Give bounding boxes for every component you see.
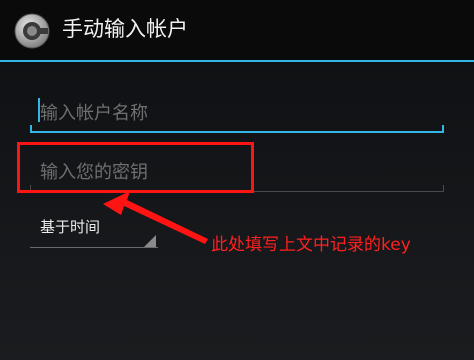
spinner-underline <box>30 247 158 248</box>
input-edge-right <box>442 125 444 133</box>
input-underline <box>30 131 444 133</box>
input-edge-left <box>30 125 32 133</box>
action-bar: 手动输入帐户 <box>0 0 474 60</box>
key-type-value: 基于时间 <box>40 218 101 236</box>
input-edge-right <box>443 185 444 192</box>
key-type-spinner[interactable]: 基于时间 <box>30 208 158 248</box>
dropdown-corner-icon <box>144 235 156 247</box>
authenticator-app-icon[interactable] <box>14 13 50 49</box>
account-name-placeholder: 输入帐户名称 <box>40 103 148 124</box>
annotation-text: 此处填写上文中记录的key <box>211 235 411 255</box>
page-title: 手动输入帐户 <box>62 17 188 41</box>
highlight-box <box>17 142 254 193</box>
account-name-input[interactable]: 输入帐户名称 <box>30 89 444 133</box>
